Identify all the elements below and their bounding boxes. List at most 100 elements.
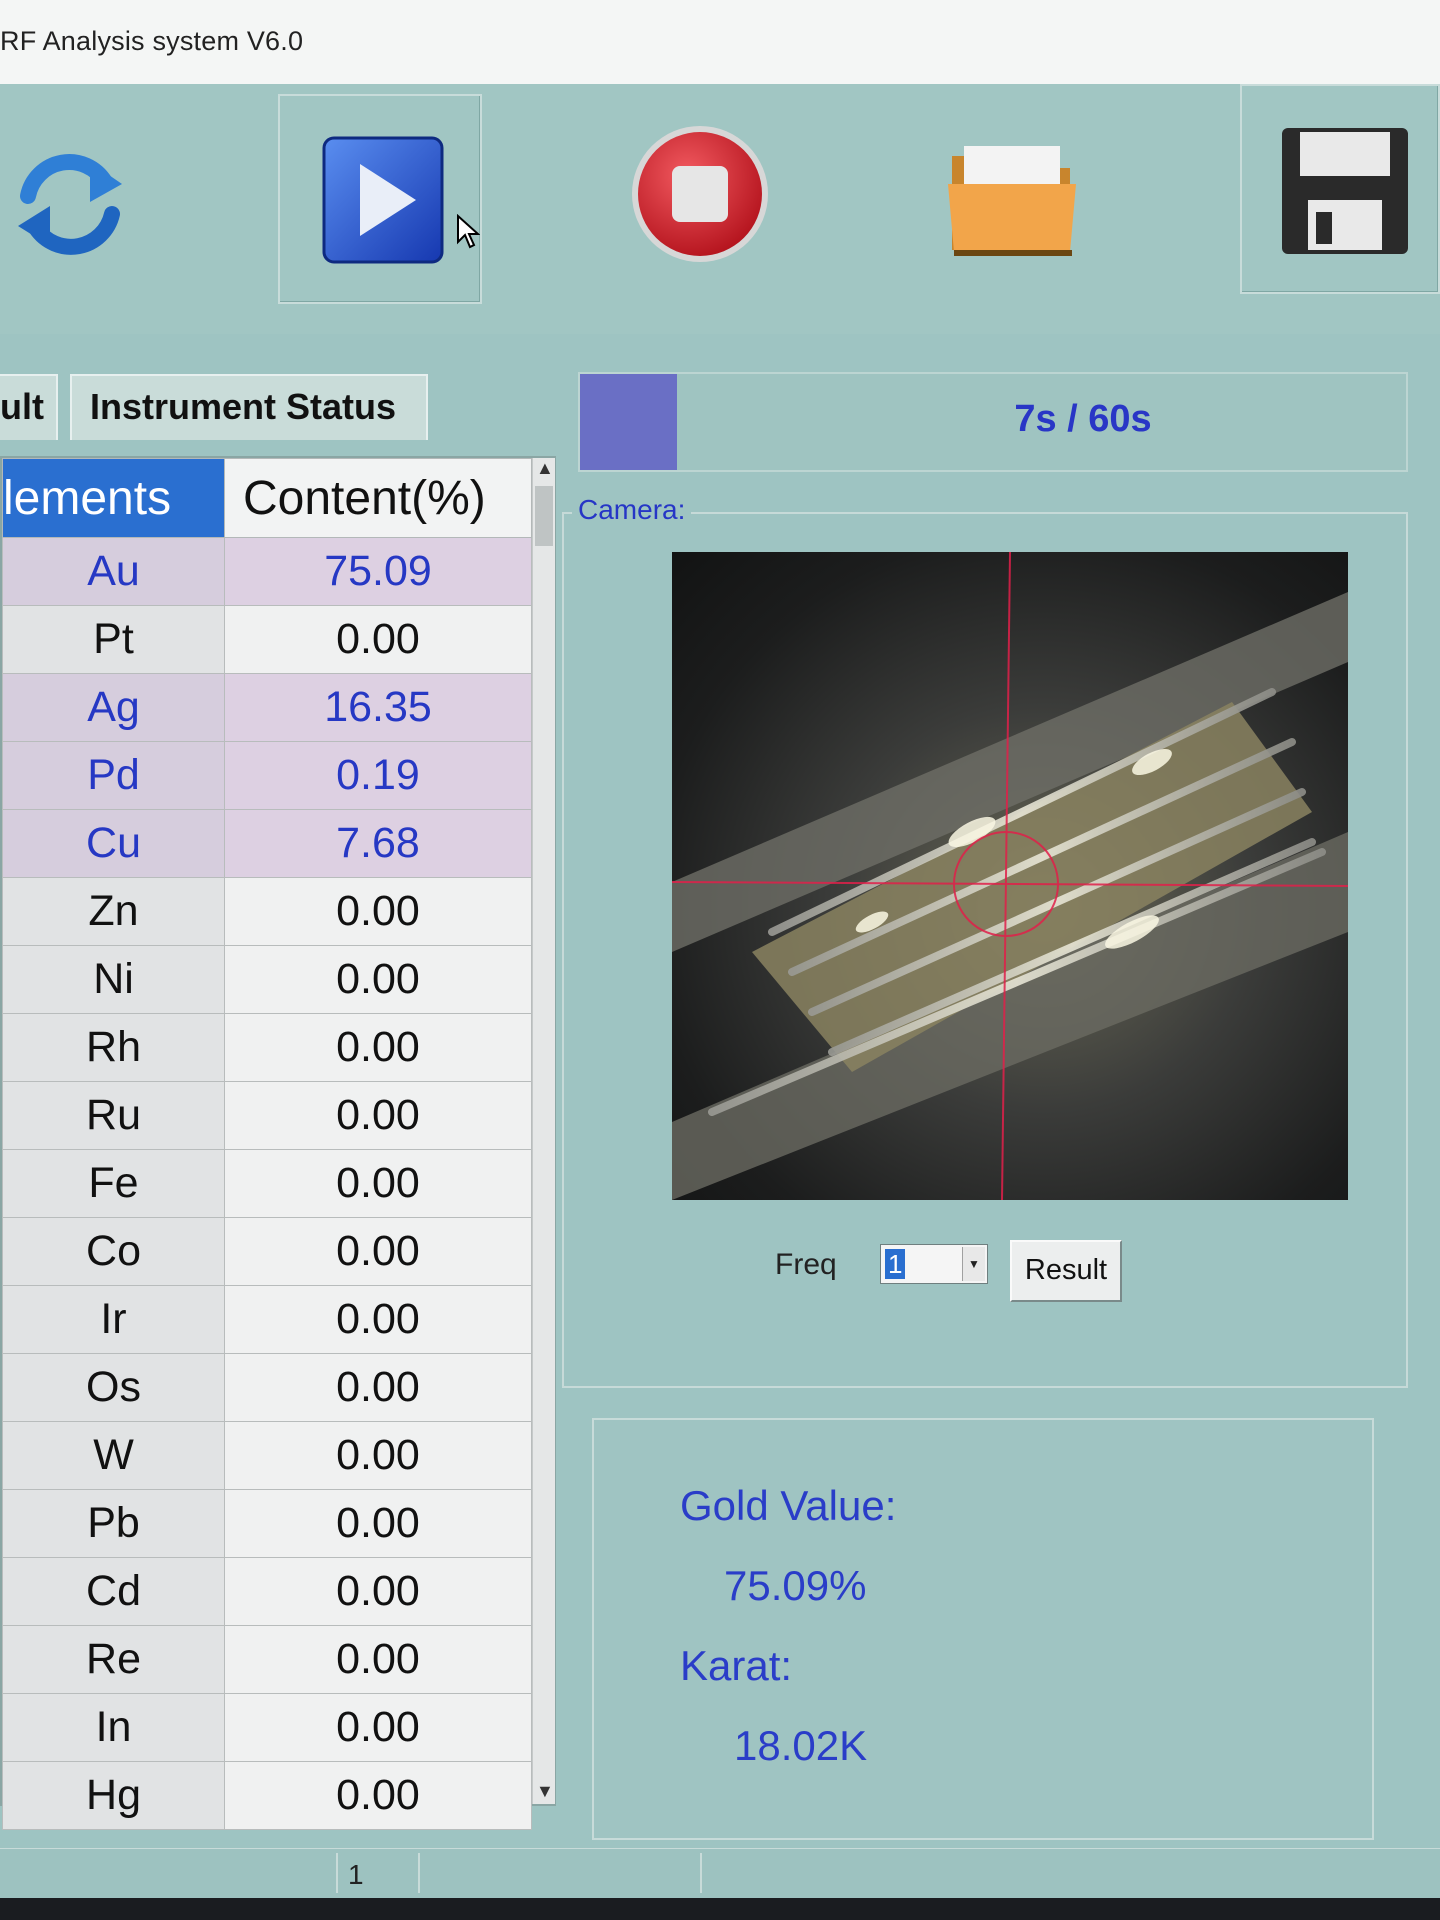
column-header-content[interactable]: Content(%) (224, 458, 532, 538)
tab-result[interactable]: ult (0, 374, 58, 440)
content-cell: 0.00 (224, 1013, 532, 1082)
element-cell: Re (2, 1625, 225, 1694)
title-bar: RF Analysis system V6.0 (0, 0, 1440, 84)
table-row[interactable]: Ru 0.00 (2, 1081, 532, 1150)
scroll-up-icon[interactable]: ▲ (536, 458, 554, 479)
os-taskbar (0, 1898, 1440, 1920)
content-cell: 0.00 (224, 1149, 532, 1218)
element-cell: Pb (2, 1489, 225, 1558)
table-row[interactable]: Ni 0.00 (2, 945, 532, 1014)
refresh-button[interactable] (0, 134, 130, 274)
progress-text: 7s / 60s (1014, 398, 1152, 440)
table-row[interactable]: Rh 0.00 (2, 1013, 532, 1082)
content-cell: 0.00 (224, 1081, 532, 1150)
status-divider (336, 1853, 338, 1893)
status-page: 1 (348, 1859, 364, 1890)
mouse-cursor-icon (457, 214, 480, 249)
content-cell: 0.00 (224, 605, 532, 674)
play-icon (322, 136, 444, 264)
freq-label: Freq (775, 1248, 837, 1281)
freq-value: 1 (885, 1249, 906, 1279)
table-row[interactable]: Au 75.09 (2, 537, 532, 606)
element-cell: Fe (2, 1149, 225, 1218)
content-cell: 0.00 (224, 1217, 532, 1286)
gold-value-label: Gold Value: (680, 1482, 897, 1529)
stop-icon (632, 126, 768, 262)
camera-image (672, 552, 1348, 1200)
element-cell: Cd (2, 1557, 225, 1626)
table-row[interactable]: Pb 0.00 (2, 1489, 532, 1558)
toolbar (0, 84, 1440, 334)
table-row[interactable]: Zn 0.00 (2, 877, 532, 946)
content-cell: 0.00 (224, 877, 532, 946)
element-cell: Au (2, 537, 225, 606)
element-cell: Pd (2, 741, 225, 810)
gold-value: 75.09% (724, 1562, 867, 1609)
table-row[interactable]: Cd 0.00 (2, 1557, 532, 1626)
element-cell: Ru (2, 1081, 225, 1150)
element-cell: Ir (2, 1285, 225, 1354)
start-button[interactable] (278, 94, 482, 304)
table-row[interactable]: Hg 0.00 (2, 1761, 532, 1830)
content-cell: 7.68 (224, 809, 532, 878)
content-cell: 0.00 (224, 945, 532, 1014)
element-cell: Os (2, 1353, 225, 1422)
status-bar: 1 (0, 1848, 1440, 1899)
table-row[interactable]: Ir 0.00 (2, 1285, 532, 1354)
element-cell: W (2, 1421, 225, 1490)
element-cell: Hg (2, 1761, 225, 1830)
content-cell: 0.00 (224, 1761, 532, 1830)
table-row[interactable]: Co 0.00 (2, 1217, 532, 1286)
freq-select[interactable]: 1 ▼ (880, 1244, 988, 1284)
chevron-down-icon[interactable]: ▼ (962, 1247, 985, 1281)
karat-value: 18.02K (734, 1722, 868, 1769)
element-cell: Ag (2, 673, 225, 742)
content-cell: 0.00 (224, 1285, 532, 1354)
table-row[interactable]: Pd 0.19 (2, 741, 532, 810)
element-cell: Zn (2, 877, 225, 946)
measurement-progress: 7s / 60s (578, 372, 1408, 472)
content-cell: 0.00 (224, 1421, 532, 1490)
open-button[interactable] (940, 124, 1090, 284)
table-row[interactable]: Re 0.00 (2, 1625, 532, 1694)
element-cell: In (2, 1693, 225, 1762)
content-cell: 0.00 (224, 1625, 532, 1694)
folder-icon (948, 146, 1076, 256)
camera-view (672, 552, 1348, 1200)
elements-table: lements Content(%) Au 75.09 Pt 0.00 Ag 16.35 P… (0, 456, 556, 1830)
element-cell: Pt (2, 605, 225, 674)
element-cell: Ni (2, 945, 225, 1014)
table-row[interactable]: Cu 7.68 (2, 809, 532, 878)
table-row[interactable]: W 0.00 (2, 1421, 532, 1490)
save-button[interactable] (1240, 84, 1440, 294)
camera-label: Camera: (572, 494, 692, 526)
content-cell: 0.00 (224, 1353, 532, 1422)
content-cell: 0.00 (224, 1489, 532, 1558)
column-header-elements[interactable]: lements (2, 458, 225, 538)
window-title: RF Analysis system V6.0 (0, 26, 304, 56)
status-divider (418, 1853, 420, 1893)
content-cell: 0.00 (224, 1557, 532, 1626)
tab-instrument-status[interactable]: Instrument Status (70, 374, 428, 440)
content-cell: 0.19 (224, 741, 532, 810)
save-icon (1282, 128, 1408, 254)
scroll-thumb[interactable] (535, 486, 553, 546)
status-divider (700, 1853, 702, 1893)
table-row[interactable]: Ag 16.35 (2, 673, 532, 742)
element-cell: Cu (2, 809, 225, 878)
content-cell: 16.35 (224, 673, 532, 742)
table-row[interactable]: Fe 0.00 (2, 1149, 532, 1218)
table-scrollbar[interactable]: ▲ ▼ (532, 458, 555, 1804)
stop-button[interactable] (620, 114, 780, 284)
scroll-down-icon[interactable]: ▼ (536, 1781, 554, 1802)
table-row[interactable]: Os 0.00 (2, 1353, 532, 1422)
element-cell: Co (2, 1217, 225, 1286)
content-cell: 0.00 (224, 1693, 532, 1762)
content-cell: 75.09 (224, 537, 532, 606)
table-row[interactable]: Pt 0.00 (2, 605, 532, 674)
table-row[interactable]: In 0.00 (2, 1693, 532, 1762)
app-window: RF Analysis system V6.0 ult Instrument S… (0, 0, 1440, 1920)
result-panel: Gold Value: 75.09% Karat: 18.02K (592, 1418, 1374, 1840)
element-cell: Rh (2, 1013, 225, 1082)
result-button[interactable]: Result (1010, 1240, 1122, 1302)
